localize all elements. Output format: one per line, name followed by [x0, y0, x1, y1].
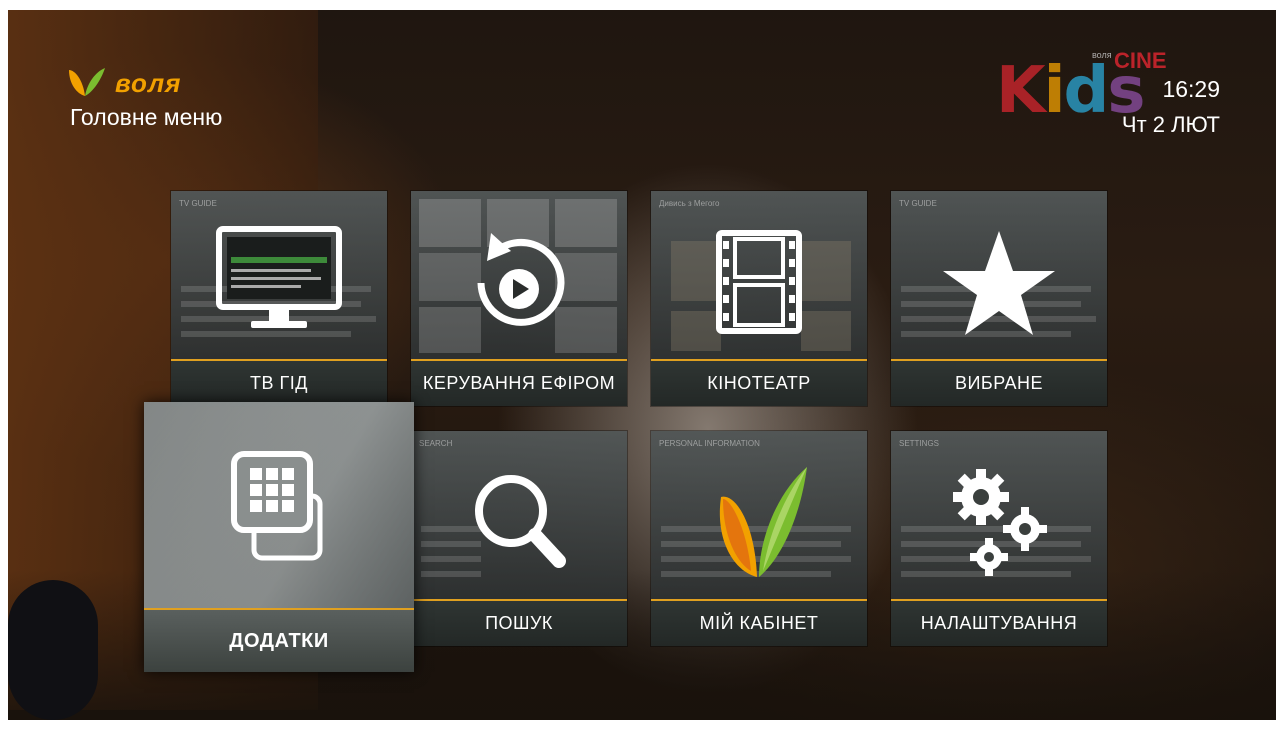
replay-play-icon [477, 233, 565, 326]
brand-logo: воля [65, 66, 181, 100]
tile-cinema[interactable]: Дивись з Мегого КІНОТЕАТР [651, 191, 867, 406]
tile-search[interactable]: SEARCH ПОШУК [411, 431, 627, 646]
tile-label: ДОДАТКИ [144, 610, 414, 672]
tile-label: ПОШУК [411, 601, 627, 646]
tile-label: КЕРУВАННЯ ЕФІРОМ [411, 361, 627, 406]
tile-label: ВИБРАНЕ [891, 361, 1107, 406]
gears-icon [953, 469, 1047, 576]
film-strip-icon [716, 230, 802, 334]
tile-tv-guide[interactable]: TV GUIDE ТВ ГІД [171, 191, 387, 406]
apps-grid-icon [231, 451, 323, 561]
tile-apps[interactable]: ДОДАТКИ [144, 402, 414, 672]
tile-my-account[interactable]: PERSONAL INFORMATION МІЙ КАБІНЕТ [651, 431, 867, 646]
tile-label: НАЛАШТУВАННЯ [891, 601, 1107, 646]
background-object [8, 580, 98, 720]
tile-label: КІНОТЕАТР [651, 361, 867, 406]
clock-date: Чт 2 ЛЮТ [1121, 112, 1220, 137]
tile-label: ТВ ГІД [171, 361, 387, 406]
page-title: Головне меню [70, 104, 223, 130]
tile-settings[interactable]: SETTINGS НАЛАШТУВАННЯ [891, 431, 1107, 646]
star-icon [943, 231, 1055, 335]
tile-playback-control[interactable]: КЕРУВАННЯ ЕФІРОМ [411, 191, 627, 406]
tv-monitor-icon [216, 226, 342, 328]
brand-name: воля [115, 67, 182, 98]
volya-logo-icon [719, 467, 807, 577]
clock-time: 16:29 [1162, 76, 1220, 102]
tile-label: МІЙ КАБІНЕТ [651, 601, 867, 646]
search-icon [475, 475, 566, 568]
volya-leaf-icon [69, 68, 105, 96]
tile-favorites[interactable]: TV GUIDE ВИБРАНЕ [891, 191, 1107, 406]
